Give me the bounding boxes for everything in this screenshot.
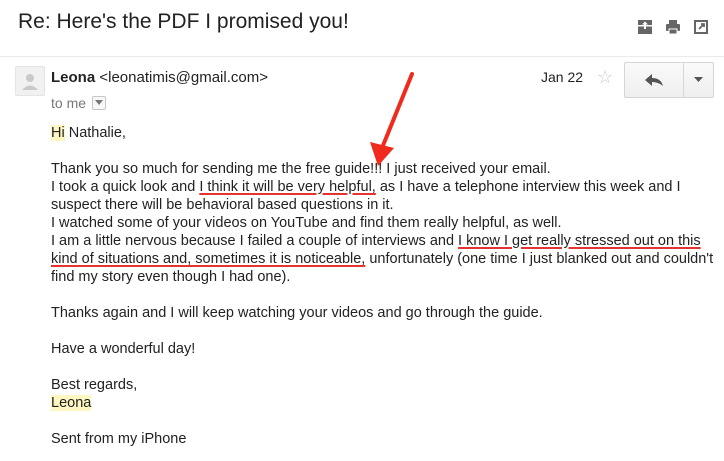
body-line-4: I am a little nervous because I failed a… (51, 232, 716, 286)
body-line-6: Have a wonderful day! (51, 341, 196, 357)
line2-text-a: I took a quick look and (51, 179, 200, 195)
signature: Leona (51, 394, 716, 412)
recipient-line: to me (51, 95, 107, 111)
sender-line: Leona <leonatimis@gmail.com> (51, 69, 268, 86)
top-actions (636, 18, 710, 36)
recipient-label: to me (51, 95, 87, 111)
email-body: Hi Nathalie, Thank you so much for sendi… (51, 124, 716, 448)
reply-button[interactable] (625, 63, 684, 97)
header-divider (0, 56, 724, 57)
underlined-phrase-1: I think it will be very helpful, (199, 179, 376, 195)
new-window-icon[interactable] (692, 18, 710, 36)
email-date: Jan 22 (541, 69, 584, 85)
sender-name[interactable]: Leona (51, 69, 95, 86)
reply-button-group (624, 62, 714, 98)
print-icon[interactable] (664, 18, 682, 36)
body-line-3: I watched some of your videos on YouTube… (51, 215, 562, 231)
sender-email: <leonatimis@gmail.com> (99, 69, 268, 86)
chevron-down-icon[interactable] (92, 96, 107, 110)
reply-icon (645, 74, 663, 86)
footer-sent-from: Sent from my iPhone (51, 431, 187, 447)
avatar-icon (15, 66, 45, 96)
chevron-down-icon (694, 77, 703, 82)
body-line-5: Thanks again and I will keep watching yo… (51, 305, 543, 321)
line4-text-a: I am a little nervous because I failed a… (51, 233, 459, 249)
closing: Best regards, (51, 377, 138, 393)
body-line-2: I took a quick look and I think it will … (51, 178, 716, 214)
red-arrow-annotation (370, 72, 414, 166)
more-actions-button[interactable] (684, 63, 713, 97)
greeting-name: Nathalie, (64, 125, 126, 141)
email-subject: Re: Here's the PDF I promised you! (18, 10, 349, 33)
signature-highlight: Leona (51, 395, 92, 411)
star-icon[interactable]: ☆ (597, 67, 613, 88)
greeting-highlight: Hi (51, 125, 65, 141)
archive-icon[interactable] (636, 18, 654, 36)
